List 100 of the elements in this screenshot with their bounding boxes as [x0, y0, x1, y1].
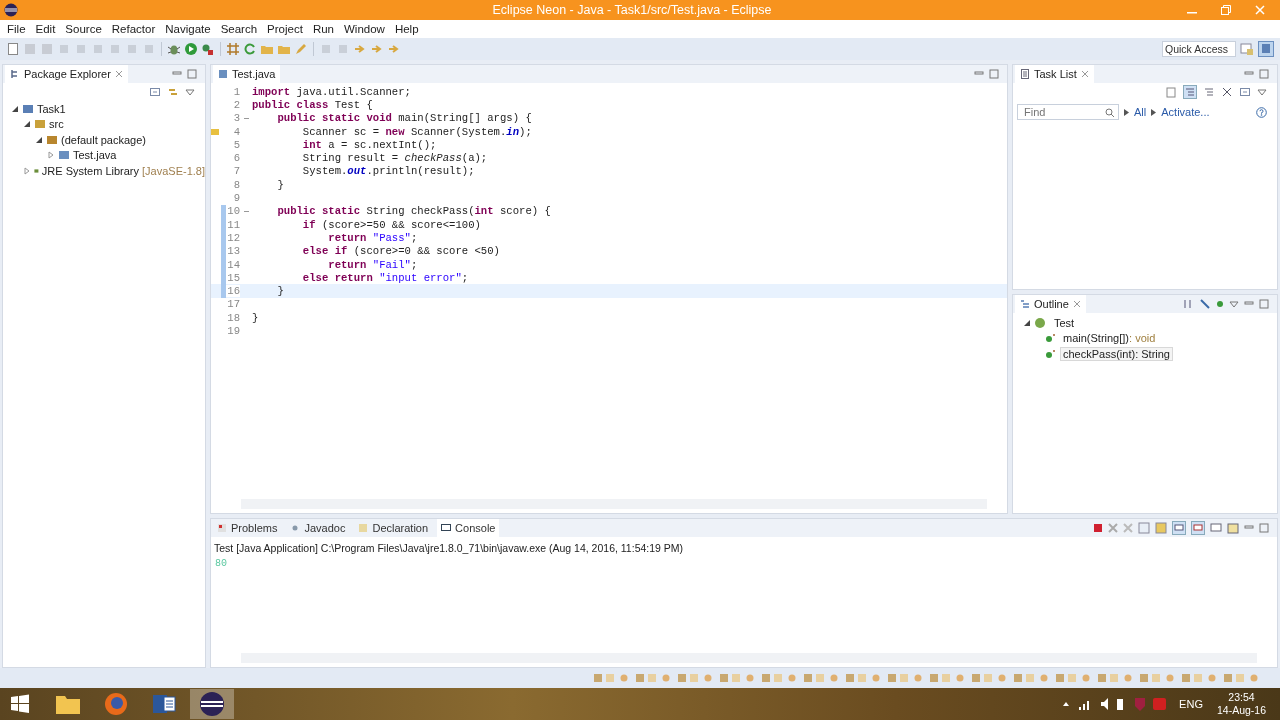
line-number: 19 [226, 325, 240, 337]
code-line: int a = sc.nextInt(); [301, 138, 437, 151]
editor-tab[interactable]: Test.java [213, 65, 281, 83]
grid-icon[interactable] [226, 42, 240, 56]
tree-item[interactable]: (default package) [61, 133, 146, 146]
warning-icon [211, 127, 220, 137]
pin-icon[interactable] [1191, 521, 1205, 535]
menu-item[interactable]: Edit [30, 23, 61, 35]
pencil-icon[interactable] [294, 42, 308, 56]
code-line: } [276, 285, 284, 298]
collapse-all-icon[interactable] [1239, 86, 1251, 98]
expander-icon[interactable] [1023, 318, 1031, 327]
line-number: 18 [226, 311, 240, 324]
maximize-icon[interactable] [1259, 299, 1269, 309]
remove-all-icon[interactable] [1123, 523, 1133, 533]
hide-fields-icon[interactable] [1199, 298, 1211, 310]
maximize-icon[interactable] [1259, 523, 1269, 533]
code-line: public static void main(String[] args) { [276, 112, 532, 125]
find-field[interactable]: Find [1017, 104, 1119, 120]
expander-icon[interactable] [23, 120, 31, 129]
eclipse-logo-icon [199, 691, 225, 717]
tree-item[interactable]: Task1 [37, 102, 66, 115]
line-number: 15 [226, 271, 240, 284]
new-task-icon[interactable] [1165, 86, 1177, 98]
expander-icon[interactable] [35, 135, 43, 144]
new-console-icon[interactable] [1227, 522, 1239, 534]
menu-item[interactable]: Source [60, 23, 107, 35]
method-icon [1045, 333, 1057, 344]
tree-item[interactable]: src [49, 118, 64, 131]
menu-item[interactable]: Help [389, 23, 424, 35]
perspective-icon[interactable] [1239, 41, 1255, 57]
tree-item[interactable]: JRE System Library [41, 164, 139, 177]
code-line: else return "input error"; [301, 271, 469, 284]
quick-access-field[interactable]: Quick Access [1162, 41, 1236, 57]
remove-icon[interactable] [1108, 523, 1118, 533]
java-file-icon [218, 69, 228, 79]
language-indicator[interactable]: ENG [1179, 698, 1203, 710]
menu-item[interactable]: File [2, 23, 31, 35]
filter-icon[interactable] [1221, 86, 1233, 98]
maximize-icon[interactable] [1259, 69, 1269, 79]
categorized-icon[interactable] [1183, 85, 1197, 99]
arrow-icon[interactable] [387, 42, 401, 56]
external-tool-icon[interactable] [201, 42, 215, 56]
restore-icon[interactable] [1220, 4, 1232, 16]
tree-item[interactable]: Test.java [73, 149, 117, 162]
document-icon [152, 693, 176, 715]
windows-start-icon[interactable] [10, 694, 30, 714]
menu-item[interactable]: Run [307, 23, 339, 35]
code-line: if (score>=50 && score<=100) [301, 218, 481, 231]
clear-console-icon[interactable] [1138, 522, 1150, 534]
view-tab[interactable]: Console [437, 519, 500, 537]
menu-item[interactable]: Window [339, 23, 390, 35]
help-icon[interactable] [1256, 106, 1267, 118]
taskbar-app[interactable] [190, 689, 234, 719]
display-console-icon[interactable] [1210, 522, 1222, 534]
outline-item[interactable]: checkPass(int): String [1060, 346, 1173, 361]
menu-item[interactable]: Project [262, 23, 308, 35]
menu-item[interactable]: Navigate [160, 23, 216, 35]
code-line: return "Fail"; [327, 258, 418, 271]
view-menu-icon[interactable] [1229, 299, 1239, 309]
stop-icon[interactable] [1093, 523, 1103, 533]
arrow-icon[interactable] [370, 42, 384, 56]
globe-icon [104, 692, 128, 716]
view-menu-icon[interactable] [185, 87, 195, 97]
scroll-lock-icon[interactable] [1155, 522, 1167, 534]
maximize-icon[interactable] [187, 69, 197, 79]
run-icon[interactable] [184, 42, 198, 56]
outline-item[interactable]: main(String[]): void [1060, 331, 1159, 346]
view-tab[interactable]: Javadoc [286, 519, 350, 537]
arrow-icon[interactable] [353, 42, 367, 56]
tree-node-icon [58, 149, 70, 162]
clock-date[interactable]: 14-Aug-16 [1216, 704, 1266, 717]
outline-item[interactable]: Test [1051, 315, 1078, 330]
link[interactable]: Activate... [1161, 106, 1210, 118]
tree-node-icon [22, 102, 34, 115]
view-tab[interactable]: Declaration [354, 519, 433, 537]
close-icon[interactable] [1080, 70, 1089, 78]
menu-item[interactable]: Refactor [106, 23, 161, 35]
menu-item[interactable]: Search [215, 23, 263, 35]
refresh-icon[interactable] [243, 42, 257, 56]
public-members-icon[interactable] [1216, 300, 1224, 308]
expander-icon[interactable] [11, 104, 19, 113]
code-line: } [252, 311, 259, 324]
close-icon[interactable] [1072, 300, 1081, 308]
collapse-all-icon[interactable] [149, 86, 161, 98]
scheduled-icon[interactable] [1203, 86, 1215, 98]
sort-icon[interactable] [1182, 298, 1194, 310]
clock-time[interactable]: 23:54 [1228, 691, 1255, 704]
view-menu-icon[interactable] [1257, 87, 1267, 97]
maximize-icon[interactable] [989, 69, 999, 79]
eclipse-logo-icon [4, 3, 18, 17]
new-file-icon[interactable] [6, 42, 20, 56]
console-output: 80 [215, 558, 228, 569]
link-icon[interactable] [167, 86, 179, 98]
java-perspective-icon[interactable] [1258, 41, 1274, 57]
pin-icon[interactable] [1172, 521, 1186, 535]
close-icon[interactable] [114, 70, 123, 78]
code-line: } [276, 178, 284, 191]
link[interactable]: All [1134, 106, 1147, 118]
view-tab[interactable]: Problems [213, 519, 282, 537]
